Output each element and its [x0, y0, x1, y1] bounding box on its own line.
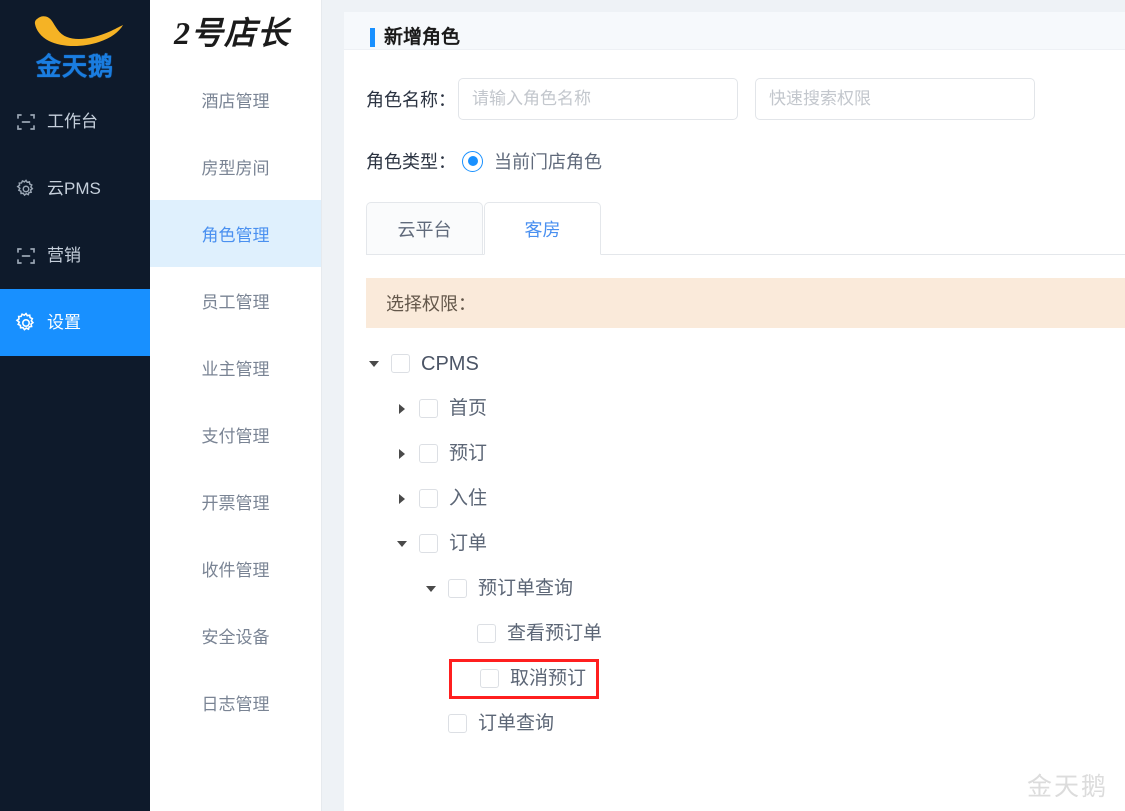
- tree-checkbox[interactable]: [419, 534, 438, 553]
- sidebar-item-payment-management[interactable]: 支付管理: [150, 401, 321, 468]
- sidebar-item-label: 设置: [47, 313, 81, 332]
- sidebar-item-log-management[interactable]: 日志管理: [150, 669, 321, 736]
- role-name-row: 角色名称：: [344, 78, 1125, 120]
- sidebar-item-invoice-management[interactable]: 开票管理: [150, 468, 321, 535]
- tree-checkbox[interactable]: [480, 669, 499, 688]
- page-title: 2号店长: [174, 15, 291, 51]
- tree-checkbox[interactable]: [477, 624, 496, 643]
- sidebar-item-role-management[interactable]: 角色管理: [150, 200, 321, 267]
- role-name-input[interactable]: [458, 78, 738, 120]
- app-root: 金天鹅 工作台 云PMS 营销 设置 2号店长 酒店管理 房型房间 角色管理 员…: [0, 0, 1125, 811]
- tree-node[interactable]: CPMS: [366, 341, 1125, 386]
- tree-node[interactable]: 入住: [366, 476, 1125, 521]
- tree-node-label: 订单查询: [478, 713, 555, 734]
- tree-row-wrapper: 取消预订: [366, 656, 1125, 701]
- gear-icon: [14, 311, 38, 335]
- brand-logo: 金天鹅: [0, 0, 150, 88]
- brand-logo-text: 金天鹅: [35, 52, 114, 81]
- workbench-icon: [14, 110, 38, 134]
- sidebar-item-label: 云PMS: [47, 179, 101, 198]
- sidebar-item-marketing[interactable]: 营销: [0, 222, 150, 289]
- tree-node-label: CPMS: [421, 352, 479, 375]
- permission-tabs: 云平台 客房: [366, 202, 1125, 255]
- tree-node-label: 首页: [449, 398, 488, 419]
- tree-node-label: 预订单查询: [478, 578, 574, 599]
- swan-swoosh-logo: [23, 13, 127, 53]
- chevron-down-icon[interactable]: [423, 585, 439, 592]
- chevron-down-icon[interactable]: [394, 540, 410, 547]
- tree-node[interactable]: 订单: [366, 521, 1125, 566]
- tree-spacer-icon: [423, 723, 439, 724]
- card-header: 新增角色: [344, 12, 1125, 50]
- role-name-label: 角色名称：: [366, 90, 456, 110]
- tree-checkbox[interactable]: [448, 714, 467, 733]
- tab-cloud-platform[interactable]: 云平台: [366, 202, 483, 254]
- tree-checkbox[interactable]: [419, 489, 438, 508]
- card-body: 角色名称： 角色类型： 当前门店角色 云平台 客房: [344, 78, 1125, 746]
- megaphone-icon: [14, 244, 38, 268]
- tree-checkbox[interactable]: [391, 354, 410, 373]
- sidebar-item-cloud-pms[interactable]: 云PMS: [0, 155, 150, 222]
- primary-sidebar: 金天鹅 工作台 云PMS 营销 设置: [0, 0, 150, 811]
- tree-node-label: 查看预订单: [507, 623, 603, 644]
- chevron-right-icon[interactable]: [394, 448, 410, 459]
- permission-tree: CPMS 首页 预订 入住 订单 预订单查询 查看预订单 取消预订 订单查询: [344, 328, 1125, 746]
- tree-node[interactable]: 首页: [366, 386, 1125, 431]
- sidebar-item-owner-management[interactable]: 业主管理: [150, 334, 321, 401]
- tree-checkbox[interactable]: [419, 399, 438, 418]
- role-form-card: 新增角色 角色名称： 角色类型： 当前门店角色 云平台: [344, 12, 1125, 811]
- secondary-sidebar: 2号店长 酒店管理 房型房间 角色管理 员工管理 业主管理 支付管理 开票管理 …: [150, 0, 322, 811]
- title-accent-bar: [370, 28, 375, 47]
- sidebar-item-settings[interactable]: 设置: [0, 289, 150, 356]
- tab-guest-room[interactable]: 客房: [484, 202, 601, 255]
- secondary-menu-list: 酒店管理 房型房间 角色管理 员工管理 业主管理 支付管理 开票管理 收件管理 …: [150, 62, 321, 736]
- tree-node-label: 订单: [449, 533, 488, 554]
- tree-node-highlighted[interactable]: 取消预订: [449, 658, 600, 699]
- tree-node-label: 取消预订: [510, 668, 587, 689]
- permission-section-label: 选择权限：: [386, 294, 476, 314]
- card-title: 新增角色: [384, 27, 461, 48]
- sidebar-item-hotel-management[interactable]: 酒店管理: [150, 66, 321, 133]
- role-type-radio-current-store[interactable]: [462, 150, 483, 172]
- tree-node-label: 入住: [449, 488, 488, 509]
- chevron-right-icon[interactable]: [394, 403, 410, 414]
- role-type-radio-label: 当前门店角色: [494, 152, 602, 172]
- tree-spacer-icon: [452, 633, 468, 634]
- permission-section-header: 选择权限：: [366, 278, 1125, 328]
- role-type-label: 角色类型：: [366, 152, 456, 172]
- tree-checkbox[interactable]: [448, 579, 467, 598]
- tree-node[interactable]: 订单查询: [366, 701, 1125, 746]
- sidebar-item-workbench[interactable]: 工作台: [0, 88, 150, 155]
- sidebar-item-label: 营销: [47, 246, 81, 265]
- sidebar-item-label: 工作台: [47, 112, 98, 131]
- role-type-row: 角色类型： 当前门店角色: [344, 148, 1125, 174]
- chevron-down-icon[interactable]: [366, 360, 382, 367]
- chevron-right-icon[interactable]: [394, 493, 410, 504]
- tree-node[interactable]: 预订: [366, 431, 1125, 476]
- radio-dot-icon: [467, 156, 478, 166]
- tree-spacer-icon: [455, 678, 471, 679]
- main-content: 新增角色 角色名称： 角色类型： 当前门店角色 云平台: [322, 0, 1125, 811]
- sidebar-item-security-device[interactable]: 安全设备: [150, 602, 321, 669]
- tree-checkbox[interactable]: [419, 444, 438, 463]
- sidebar-item-receiving-management[interactable]: 收件管理: [150, 535, 321, 602]
- permission-search-input[interactable]: [755, 78, 1035, 120]
- tree-node-label: 预订: [449, 443, 488, 464]
- sidebar-item-staff-management[interactable]: 员工管理: [150, 267, 321, 334]
- watermark: 金天鹅: [1026, 773, 1108, 801]
- sidebar-item-room-type[interactable]: 房型房间: [150, 133, 321, 200]
- tree-node[interactable]: 查看预订单: [366, 611, 1125, 656]
- gear-icon: [14, 177, 38, 201]
- tree-node[interactable]: 预订单查询: [366, 566, 1125, 611]
